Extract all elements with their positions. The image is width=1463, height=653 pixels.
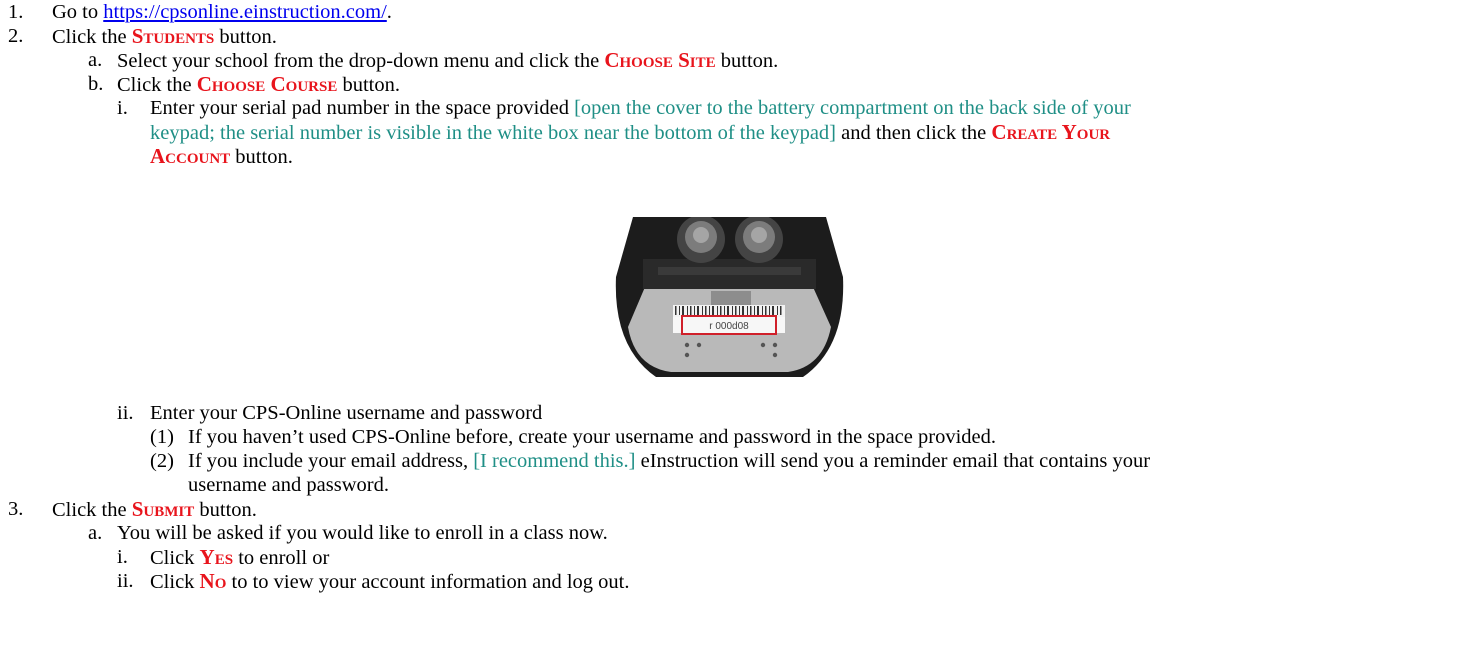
create-your-account-label-part-1: Create Your xyxy=(991,120,1111,144)
step-2b-i-suffix: button. xyxy=(230,146,293,168)
step-2b-ii-2-note: [I recommend this.] xyxy=(473,450,636,472)
step-2-number: 2. xyxy=(8,25,24,47)
step-3a-ii-prefix: Click xyxy=(150,571,200,593)
choose-site-button-label: Choose Site xyxy=(604,48,716,72)
step-3a-i-suffix: to enroll or xyxy=(233,547,330,569)
step-2b-ii-text: Enter your CPS-Online username and passw… xyxy=(150,402,543,424)
step-1-prefix: Go to xyxy=(52,1,104,23)
step-3a-ii-number: ii. xyxy=(117,570,134,592)
step-2b: Click the Choose Course button. xyxy=(117,72,400,97)
step-2b-suffix: button. xyxy=(337,74,400,96)
submit-button-label: Submit xyxy=(131,497,195,521)
step-2b-ii-1-number: (1) xyxy=(150,426,174,448)
step-3a-i-prefix: Click xyxy=(150,547,200,569)
step-2b-i-text-2: and then click the xyxy=(836,122,992,144)
step-2a-prefix: Select your school from the drop-down me… xyxy=(117,50,605,72)
step-3a-i-number: i. xyxy=(117,546,128,568)
step-2b-i-line-3: Account button. xyxy=(150,144,293,169)
step-2a-number: a. xyxy=(88,49,103,71)
create-your-account-label-part-2: Account xyxy=(150,144,231,168)
step-2b-ii-2-text-3: username and password. xyxy=(188,474,389,496)
step-3-prefix: Click the xyxy=(52,499,132,521)
step-2a: Select your school from the drop-down me… xyxy=(117,48,778,73)
step-3a-ii: Click No to to view your account informa… xyxy=(150,569,629,594)
step-3a-ii-suffix: to to view your account information and … xyxy=(226,571,630,593)
step-1-number: 1. xyxy=(8,1,24,23)
step-2b-ii-2-number: (2) xyxy=(150,450,174,472)
step-2b-i-note-part-2: keypad; the serial number is visible in … xyxy=(150,122,836,144)
yes-option-label: Yes xyxy=(199,545,234,569)
step-3-suffix: button. xyxy=(194,499,257,521)
choose-course-button-label: Choose Course xyxy=(196,72,338,96)
cpsonline-link[interactable]: https://cpsonline.einstruction.com/ xyxy=(103,1,387,23)
step-3a-i: Click Yes to enroll or xyxy=(150,545,329,570)
step-3: Click the Submit button. xyxy=(52,497,257,522)
step-2a-suffix: button. xyxy=(715,50,779,72)
step-2b-ii: Enter your CPS-Online username and passw… xyxy=(150,401,542,425)
step-2b-ii-2-text-1: If you include your email address, xyxy=(188,450,474,472)
students-button-label: Students xyxy=(131,24,215,48)
step-2b-ii-number: ii. xyxy=(117,402,134,424)
step-2b-ii-2-line-1: If you include your email address, [I re… xyxy=(188,449,1150,473)
step-2b-i-line-1: Enter your serial pad number in the spac… xyxy=(150,96,1131,120)
keypad-battery-compartment-photo: r 000d08 xyxy=(613,217,846,377)
step-2: Click the Students button. xyxy=(52,24,277,49)
instruction-document: 1. Go to https://cpsonline.einstruction.… xyxy=(0,0,1463,653)
step-2b-i-note-part-1: [open the cover to the battery compartme… xyxy=(574,97,1131,119)
barcode-icon xyxy=(675,306,782,315)
no-option-label: No xyxy=(199,569,227,593)
step-3a-number: a. xyxy=(88,522,103,544)
step-2b-i-text: Enter your serial pad number in the spac… xyxy=(150,97,575,119)
step-1-suffix: . xyxy=(386,1,392,23)
step-2-prefix: Click the xyxy=(52,26,132,48)
step-3-number: 3. xyxy=(8,498,24,520)
serial-number-label: r 000d08 xyxy=(709,321,749,332)
step-3a-text: You will be asked if you would like to e… xyxy=(117,522,608,544)
step-3a: You will be asked if you would like to e… xyxy=(117,521,608,545)
step-2b-number: b. xyxy=(88,73,104,95)
step-2b-prefix: Click the xyxy=(117,74,197,96)
step-2b-ii-1: If you haven’t used CPS-Online before, c… xyxy=(188,425,996,449)
step-1: Go to https://cpsonline.einstruction.com… xyxy=(52,0,392,24)
step-2b-i-number: i. xyxy=(117,97,128,119)
step-2b-ii-2-text-2: eInstruction will send you a reminder em… xyxy=(635,450,1151,472)
step-2b-i-line-2: keypad; the serial number is visible in … xyxy=(150,120,1110,145)
step-2-suffix: button. xyxy=(214,26,277,48)
step-2b-ii-2-line-2: username and password. xyxy=(188,473,389,497)
step-2b-ii-1-text: If you haven’t used CPS-Online before, c… xyxy=(188,426,996,448)
